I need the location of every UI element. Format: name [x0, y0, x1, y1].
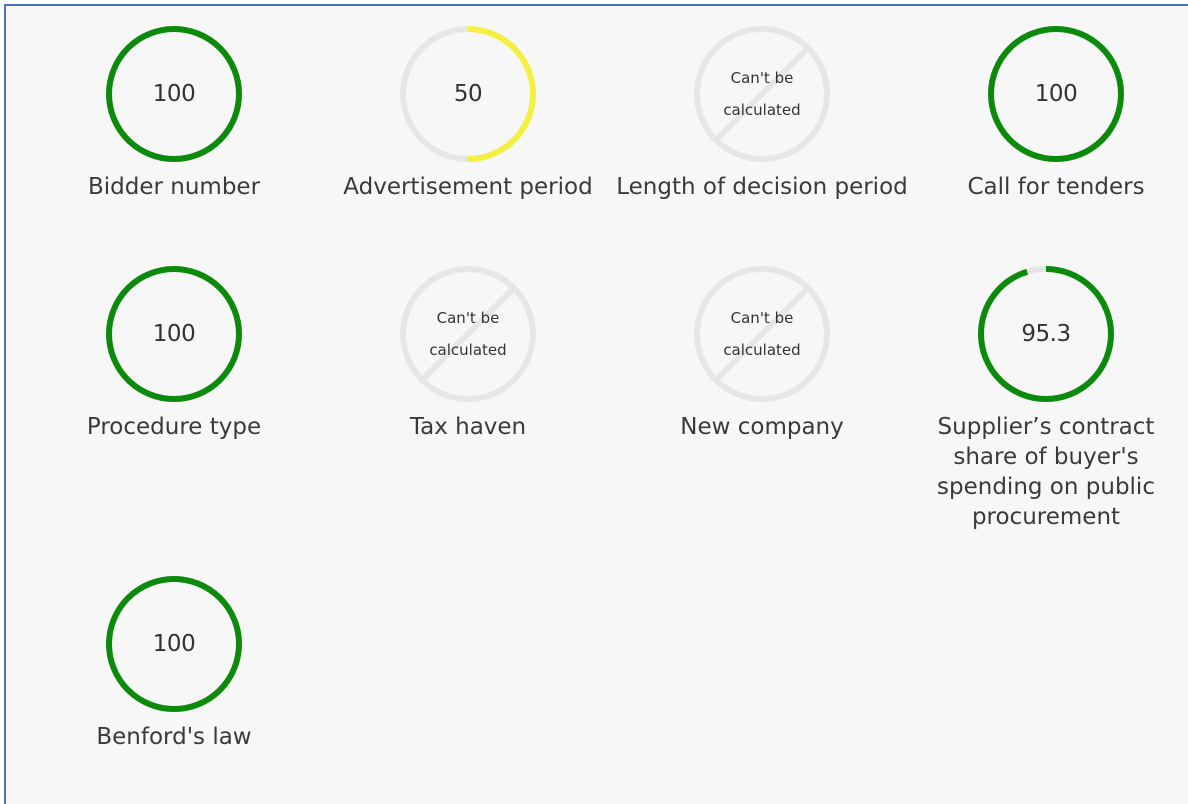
indicator-advertisement-period: 50 Advertisement period: [318, 22, 618, 202]
indicator-call-for-tenders: 100 Call for tenders: [906, 22, 1188, 202]
gauge-unavailable-line1: Can't be: [730, 69, 794, 87]
score-gauge: Can't be calculated: [396, 262, 540, 406]
indicator-label: Call for tenders: [967, 174, 1145, 200]
gauge-score-value: 100: [152, 81, 196, 107]
gauge-score-value: 100: [152, 631, 196, 657]
gauge-unavailable-line2: calculated: [723, 341, 801, 359]
indicator-label: New company: [680, 414, 844, 440]
gauge-score-value: 100: [152, 321, 196, 347]
indicator-label: Bidder number: [87, 174, 261, 200]
indicator-tax-haven: Can't be calculated Tax haven: [318, 262, 618, 442]
indicator-new-company: Can't be calculated New company: [612, 262, 912, 442]
indicator-label: Tax haven: [409, 414, 527, 440]
score-gauge: Can't be calculated: [690, 22, 834, 166]
indicator-benfords-law: 100 Benford's law: [24, 572, 324, 752]
score-gauge: 100: [102, 572, 246, 716]
score-gauge: 95.3: [974, 262, 1118, 406]
score-gauge: 50: [396, 22, 540, 166]
indicator-label: Benford's law: [96, 724, 252, 750]
gauge-unavailable-line2: calculated: [723, 101, 801, 119]
gauge-unavailable-line1: Can't be: [730, 309, 794, 327]
gauge-unavailable-line2: calculated: [429, 341, 507, 359]
gauge-score-value: 50: [453, 81, 483, 107]
indicator-procedure-type: 100 Procedure type: [24, 262, 324, 442]
indicator-label: Supplier’s contract share of buyer's spe…: [937, 414, 1155, 530]
indicator-supplier-contract-share: 95.3 Supplier’s contract share of buyer'…: [906, 262, 1186, 532]
score-gauge: 100: [984, 22, 1128, 166]
gauge-unavailable-text: Can't be calculated: [690, 22, 834, 166]
gauge-unavailable-text: Can't be calculated: [396, 262, 540, 406]
score-gauge: Can't be calculated: [690, 262, 834, 406]
gauge-unavailable-text: Can't be calculated: [690, 262, 834, 406]
indicator-label: Procedure type: [86, 414, 262, 440]
indicator-panel: 100 Bidder number 50 Advertisement perio…: [4, 4, 1188, 804]
score-gauge: 100: [102, 262, 246, 406]
indicator-length-of-decision-period: Can't be calculated Length of decision pe…: [612, 22, 912, 202]
gauge-score-value: 95.3: [1021, 321, 1071, 347]
indicator-bidder-number: 100 Bidder number: [24, 22, 324, 202]
gauge-unavailable-line1: Can't be: [436, 309, 500, 327]
indicator-label: Length of decision period: [616, 174, 908, 200]
gauge-score-value: 100: [1034, 81, 1078, 107]
indicator-label: Advertisement period: [343, 174, 593, 200]
score-gauge: 100: [102, 22, 246, 166]
